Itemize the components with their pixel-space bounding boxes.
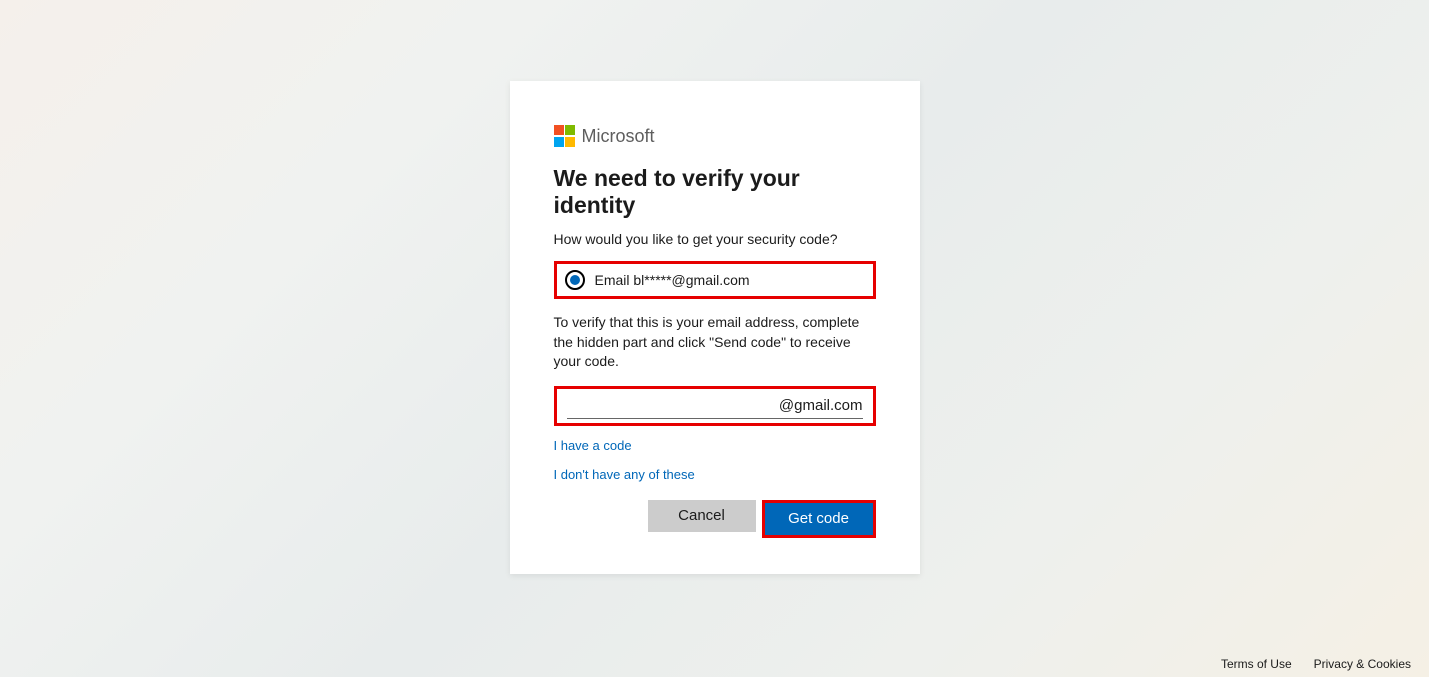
microsoft-logo-icon xyxy=(554,125,576,147)
have-code-link[interactable]: I have a code xyxy=(554,438,876,453)
button-row: Cancel Get code xyxy=(554,500,876,538)
get-code-button[interactable]: Get code xyxy=(765,503,873,535)
identity-verification-card: Microsoft We need to verify your identit… xyxy=(510,81,920,574)
radio-selected-icon xyxy=(565,270,585,290)
email-prefix-input[interactable] xyxy=(567,397,779,414)
terms-link[interactable]: Terms of Use xyxy=(1221,657,1292,671)
footer-links: Terms of Use Privacy & Cookies xyxy=(1221,657,1411,671)
instruction-text: To verify that this is your email addres… xyxy=(554,313,876,372)
radio-option-email[interactable]: Email bl*****@gmail.com xyxy=(554,261,876,299)
email-suffix-label: @gmail.com xyxy=(779,397,863,414)
no-options-link[interactable]: I don't have any of these xyxy=(554,467,876,482)
page-title: We need to verify your identity xyxy=(554,165,876,219)
brand-row: Microsoft xyxy=(554,125,876,147)
brand-name: Microsoft xyxy=(582,126,655,147)
privacy-link[interactable]: Privacy & Cookies xyxy=(1314,657,1411,671)
email-input-container: @gmail.com xyxy=(554,386,876,426)
cancel-button[interactable]: Cancel xyxy=(648,500,756,532)
page-subtitle: How would you like to get your security … xyxy=(554,231,876,247)
get-code-highlight: Get code xyxy=(762,500,876,538)
radio-option-label: Email bl*****@gmail.com xyxy=(595,272,750,288)
